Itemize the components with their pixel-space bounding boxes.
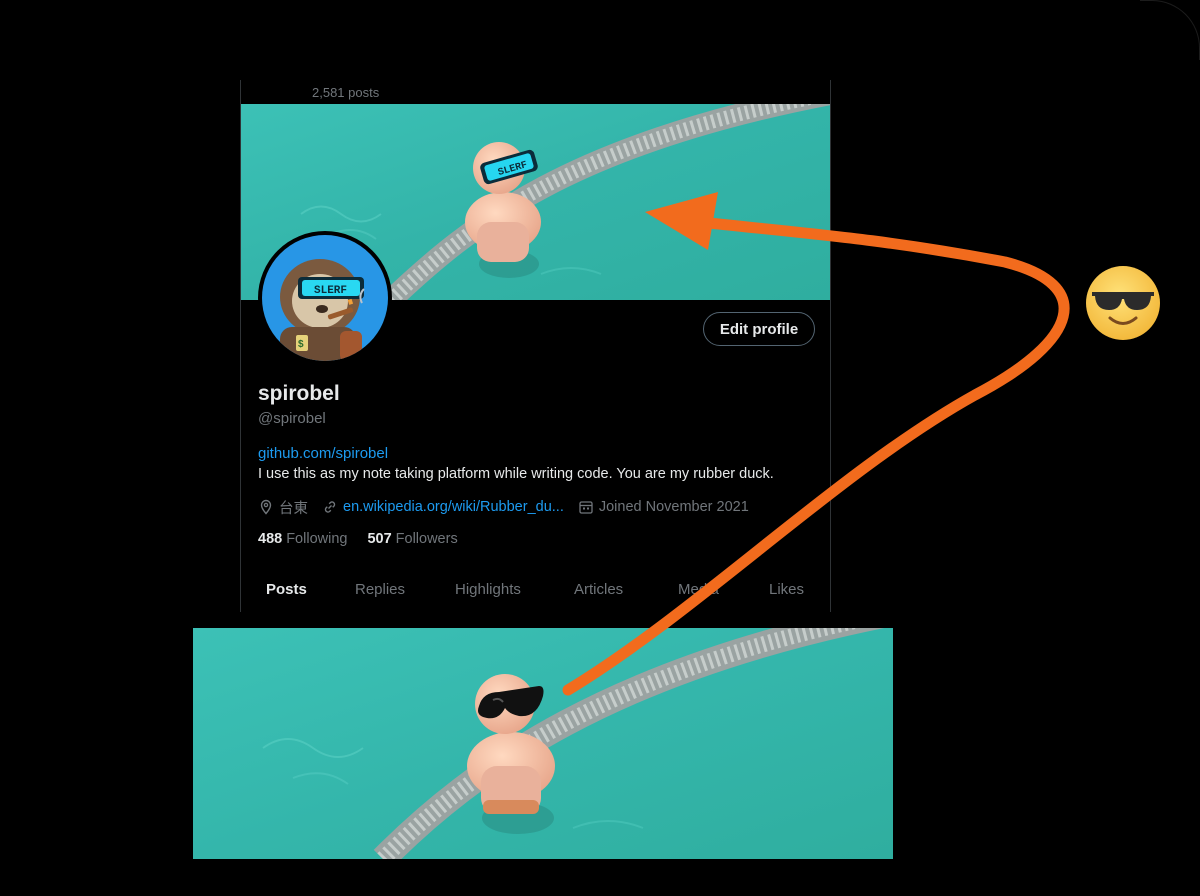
- tab-likes[interactable]: Likes: [769, 581, 804, 598]
- joined-text: Joined November 2021: [598, 499, 749, 515]
- avatar-tag-text: $: [298, 339, 304, 350]
- website-link[interactable]: en.wikipedia.org/wiki/Rubber_du...: [343, 499, 564, 515]
- tab-posts[interactable]: Posts: [266, 581, 307, 598]
- user-handle: @spirobel: [258, 410, 326, 427]
- profile-panel: 2,581 posts SLERF SLERF $ Edit profile s…: [240, 80, 831, 612]
- avatar[interactable]: SLERF $: [258, 231, 392, 365]
- followers-count: 507: [367, 531, 392, 547]
- website-item: en.wikipedia.org/wiki/Rubber_du...: [322, 499, 564, 515]
- location-pin-icon: [260, 499, 272, 515]
- location-text: 台東: [279, 500, 308, 517]
- followers-label: Followers: [395, 531, 458, 547]
- link-icon: [324, 501, 336, 513]
- follow-stats: 488 Following 507 Followers: [258, 531, 478, 547]
- calendar-icon: [579, 501, 593, 514]
- following-count: 488: [258, 531, 283, 547]
- smiling-face-with-sunglasses-icon: [1086, 266, 1160, 340]
- tab-articles[interactable]: Articles: [574, 581, 623, 598]
- profile-tabs: Posts Replies Highlights Articles Media …: [241, 574, 830, 606]
- new-banner-image: [193, 628, 893, 859]
- tab-media[interactable]: Media: [678, 581, 719, 598]
- avatar-visor-text: SLERF: [314, 285, 347, 297]
- following-label: Following: [286, 531, 348, 547]
- avatar-image: SLERF $: [262, 235, 388, 361]
- profile-meta-row: 台東 en.wikipedia.org/wiki/Rubber_du... Jo…: [258, 497, 763, 517]
- joined-item: Joined November 2021: [578, 499, 749, 515]
- following-link[interactable]: 488 Following: [258, 531, 347, 547]
- bio-text: I use this as my note taking platform wh…: [258, 466, 774, 482]
- followers-link[interactable]: 507 Followers: [367, 531, 457, 547]
- new-banner-preview: [193, 628, 893, 859]
- edit-profile-button[interactable]: Edit profile: [703, 312, 815, 346]
- tab-highlights[interactable]: Highlights: [455, 581, 521, 598]
- tab-replies[interactable]: Replies: [355, 581, 405, 598]
- window-corner: [1140, 0, 1200, 60]
- display-name: spirobel: [258, 382, 340, 405]
- location-item: 台東: [258, 497, 308, 518]
- bio-github-link[interactable]: github.com/spirobel: [258, 445, 388, 462]
- posts-count: 2,581 posts: [312, 85, 380, 100]
